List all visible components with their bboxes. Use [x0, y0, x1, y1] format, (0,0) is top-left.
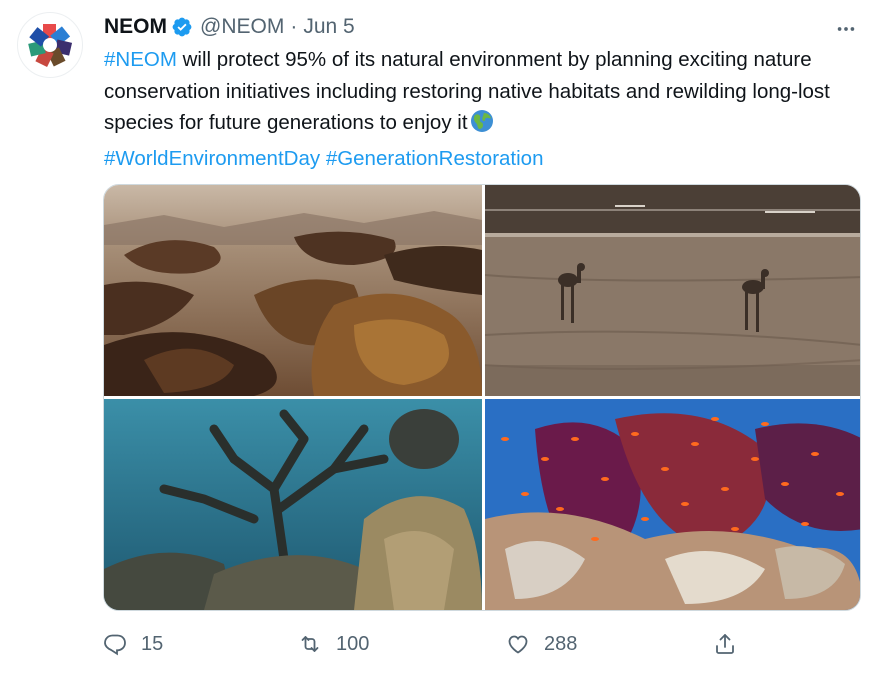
globe-icon: [470, 109, 494, 143]
like-button[interactable]: 288: [506, 628, 577, 660]
hashtag-generation-restoration[interactable]: #GenerationRestoration: [326, 147, 544, 170]
reply-count: 15: [141, 632, 164, 655]
hashtag-neom[interactable]: #NEOM: [104, 48, 177, 71]
share-icon: [713, 632, 737, 656]
tweet-header: NEOM @NEOM · Jun 5: [104, 13, 355, 41]
more-icon[interactable]: [832, 15, 860, 43]
share-button[interactable]: [713, 628, 737, 660]
action-bar: 15 100 288: [103, 628, 743, 660]
reply-icon: [103, 632, 127, 656]
separator: ·: [290, 15, 298, 38]
retweet-button[interactable]: 100: [298, 628, 369, 660]
author-handle[interactable]: @NEOM: [200, 15, 284, 39]
media-image-reef[interactable]: [485, 399, 860, 610]
hashtag-world-environment-day[interactable]: #WorldEnvironmentDay: [104, 147, 320, 170]
media-image-coral[interactable]: [104, 399, 482, 610]
reply-button[interactable]: 15: [103, 628, 163, 660]
media-image-desert[interactable]: [104, 185, 482, 396]
neom-logo-icon: [28, 24, 73, 67]
retweet-icon: [298, 632, 322, 656]
author-name[interactable]: NEOM: [104, 15, 167, 39]
like-icon: [506, 632, 530, 656]
tweet-text: #NEOM will protect 95% of its natural en…: [104, 44, 864, 174]
verified-badge-icon: [171, 16, 193, 38]
like-count: 288: [544, 632, 578, 655]
tweet-date[interactable]: Jun 5: [303, 15, 354, 39]
media-image-camel-road[interactable]: [485, 185, 860, 396]
avatar[interactable]: [17, 12, 83, 78]
retweet-count: 100: [336, 632, 370, 655]
tweet-body: will protect 95% of its natural environm…: [104, 48, 830, 134]
media-grid: [103, 184, 861, 611]
